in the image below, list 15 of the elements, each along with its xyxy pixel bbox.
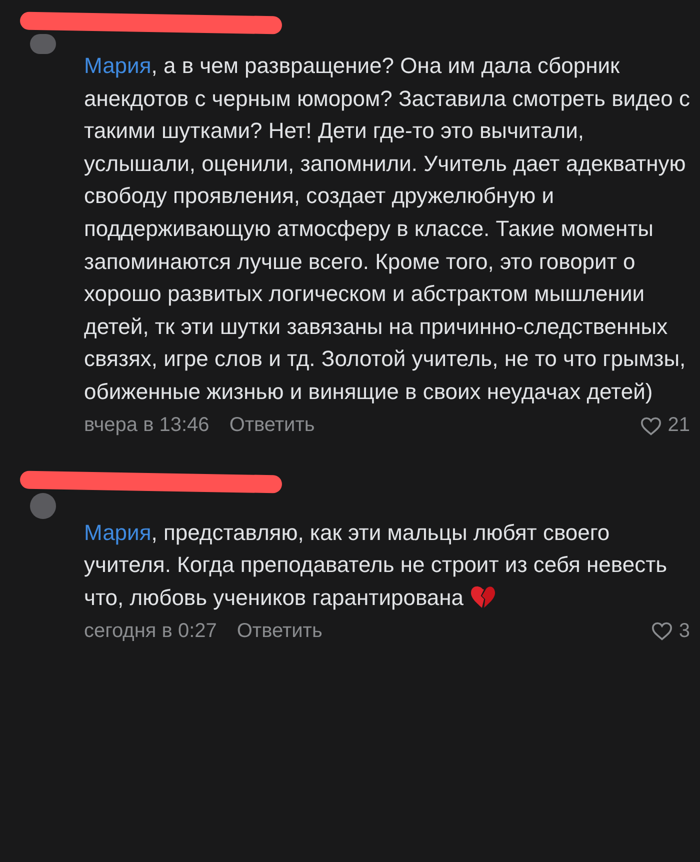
like-count: 21 xyxy=(668,414,690,438)
like-count: 3 xyxy=(678,620,690,643)
broken-heart-icon xyxy=(470,584,496,609)
heart-icon[interactable] xyxy=(640,416,662,436)
heart-icon[interactable] xyxy=(650,621,673,642)
comment-text: Мария, а в чем развращение? Она им дала сборник анекдотов с черным юмором? Заставила смотреть видео с такими шутками? Нет! Дети где-то это вычитали, услышали, оценили, запомнили. Учитель дает адекватную свободу проявления, создает дружелюбную и поддерживающую атмосферу в классе. Такие моменты запоминаются лучше всего. Кроме того, это говорит о хорошо развитых логическом и абстрактом мышлении детей, тк эти шутки завязаны на причинно-следственных связях, игре слов и тд. Золотой учитель, не то что грымзы, обиженные жизнью и винящие в своих неудачах детей) xyxy=(84,52,690,406)
reply-link[interactable]: Ответить xyxy=(236,620,322,643)
avatar[interactable] xyxy=(30,34,56,54)
comment-time: вчера в 13:46 xyxy=(84,414,210,438)
comment-text: Мария, представляю, как эти мальцы любят своего учителя. Когда преподаватель не строит из себя невесть что, любовь учеников гарантирована xyxy=(84,518,668,612)
mention-link[interactable]: Мария xyxy=(84,520,152,545)
comment-time: сегодня в 0:27 xyxy=(84,620,217,643)
mention-link[interactable]: Мария xyxy=(84,53,152,78)
avatar[interactable] xyxy=(30,492,56,519)
reply-link[interactable]: Ответить xyxy=(229,414,315,438)
